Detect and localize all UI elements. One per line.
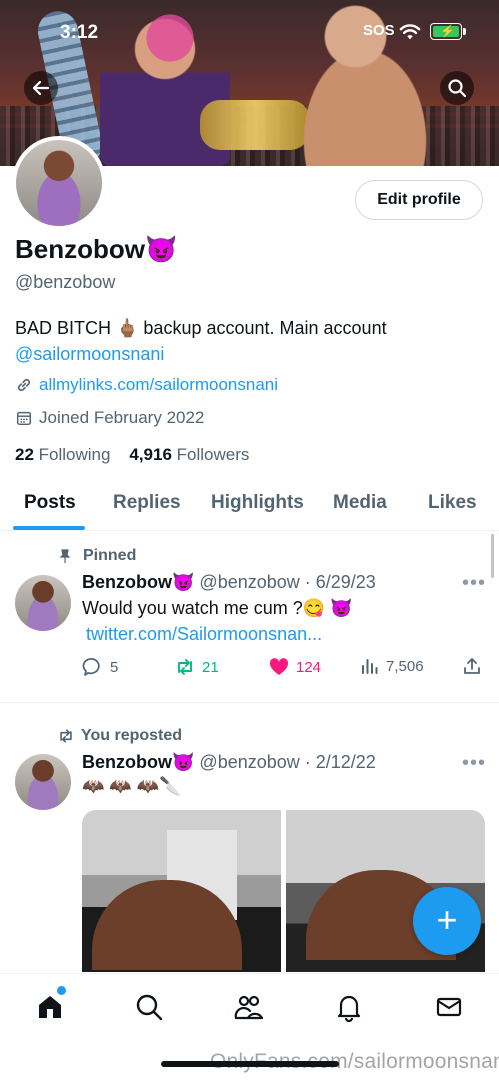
post-more-button[interactable]: ••• [462, 752, 486, 775]
post-handle-date: @benzobow · 6/29/23 [199, 572, 376, 592]
post-image[interactable] [82, 810, 281, 972]
repost-icon [178, 659, 192, 675]
profile-name: Benzobow😈 [15, 234, 178, 264]
active-tab-indicator [13, 526, 85, 530]
back-arrow-icon [32, 80, 50, 96]
tab-replies[interactable]: Replies [113, 492, 181, 514]
bio-mention-link[interactable]: @sailormoonsnani [15, 341, 485, 367]
following-link[interactable]: 22 Following [15, 445, 110, 464]
explore-search-icon[interactable] [134, 992, 164, 1022]
heart-icon [269, 658, 289, 675]
like-button[interactable]: 124 [268, 656, 321, 678]
sos-indicator: SOS [363, 22, 395, 39]
battery-icon: ⚡ [430, 23, 462, 40]
profile-link-row: allmylinks.com/sailormoonsnani [15, 375, 278, 395]
reposted-label: You reposted [57, 727, 182, 745]
post-more-button[interactable]: ••• [462, 572, 486, 595]
post-header: Benzobow😈 @benzobow · 2/12/22 [82, 752, 376, 773]
pin-icon [59, 549, 71, 563]
profile-joined-date: Joined February 2022 [39, 408, 205, 427]
repost-button[interactable]: 21 [174, 656, 219, 678]
messages-envelope-icon[interactable] [434, 992, 464, 1022]
search-icon [448, 79, 467, 98]
link-icon [17, 378, 31, 392]
post-actions: 5 21 124 7,506 [82, 656, 482, 680]
communities-icon[interactable] [234, 992, 264, 1022]
scrollbar[interactable] [491, 534, 494, 578]
tab-highlights[interactable]: Highlights [211, 492, 304, 514]
profile-website-link[interactable]: allmylinks.com/sailormoonsnani [39, 375, 278, 395]
profile-avatar[interactable] [12, 136, 106, 230]
tab-media[interactable]: Media [333, 492, 387, 514]
post-author[interactable]: Benzobow😈 [82, 572, 194, 592]
views-button[interactable]: 7,506 [360, 656, 424, 676]
home-icon[interactable] [35, 992, 65, 1022]
post-divider [0, 702, 499, 703]
tab-likes[interactable]: Likes [428, 492, 477, 514]
post-handle-date: @benzobow · 2/12/22 [199, 752, 376, 772]
wifi-icon [399, 24, 421, 40]
compose-button[interactable]: + [413, 887, 481, 955]
share-button[interactable] [462, 656, 482, 676]
post-avatar[interactable] [15, 754, 71, 810]
reply-icon [82, 658, 100, 676]
share-icon [464, 658, 480, 674]
notification-dot [57, 986, 66, 995]
tab-posts[interactable]: Posts [24, 492, 76, 514]
profile-joined-row: Joined February 2022 [15, 408, 204, 428]
views-chart-icon [362, 659, 378, 674]
follow-stats: 22 Following 4,916 Followers [15, 445, 249, 465]
status-time: 3:12 [60, 22, 99, 43]
post-author[interactable]: Benzobow😈 [82, 752, 194, 772]
reply-button[interactable]: 5 [82, 656, 118, 678]
bio-text: BAD BITCH 🖕🏽 backup account. Main accoun… [15, 318, 387, 338]
calendar-icon [16, 411, 32, 426]
edit-profile-button[interactable]: Edit profile [355, 180, 483, 220]
back-button[interactable] [24, 71, 58, 105]
notifications-bell-icon[interactable] [334, 992, 364, 1022]
search-button[interactable] [440, 71, 474, 105]
profile-tabs: Posts Replies Highlights Media Likes [0, 478, 499, 531]
repost-small-icon [60, 729, 72, 743]
post-text: 🦇 🦇 🦇🔪 [82, 776, 182, 796]
status-bar: 3:12 SOS ⚡ [0, 0, 499, 60]
profile-handle: @benzobow [15, 272, 116, 292]
post-header: Benzobow😈 @benzobow · 6/29/23 [82, 572, 376, 593]
post-text: Would you watch me cum ?😋 😈 [82, 598, 353, 618]
post-avatar[interactable] [15, 575, 71, 631]
profile-bio: BAD BITCH 🖕🏽 backup account. Main accoun… [15, 315, 485, 367]
post-link[interactable]: twitter.com/Sailormoonsnan... [86, 624, 322, 645]
pinned-label: Pinned [57, 547, 136, 565]
followers-link[interactable]: 4,916 Followers [129, 445, 249, 464]
home-indicator[interactable] [161, 1061, 339, 1067]
